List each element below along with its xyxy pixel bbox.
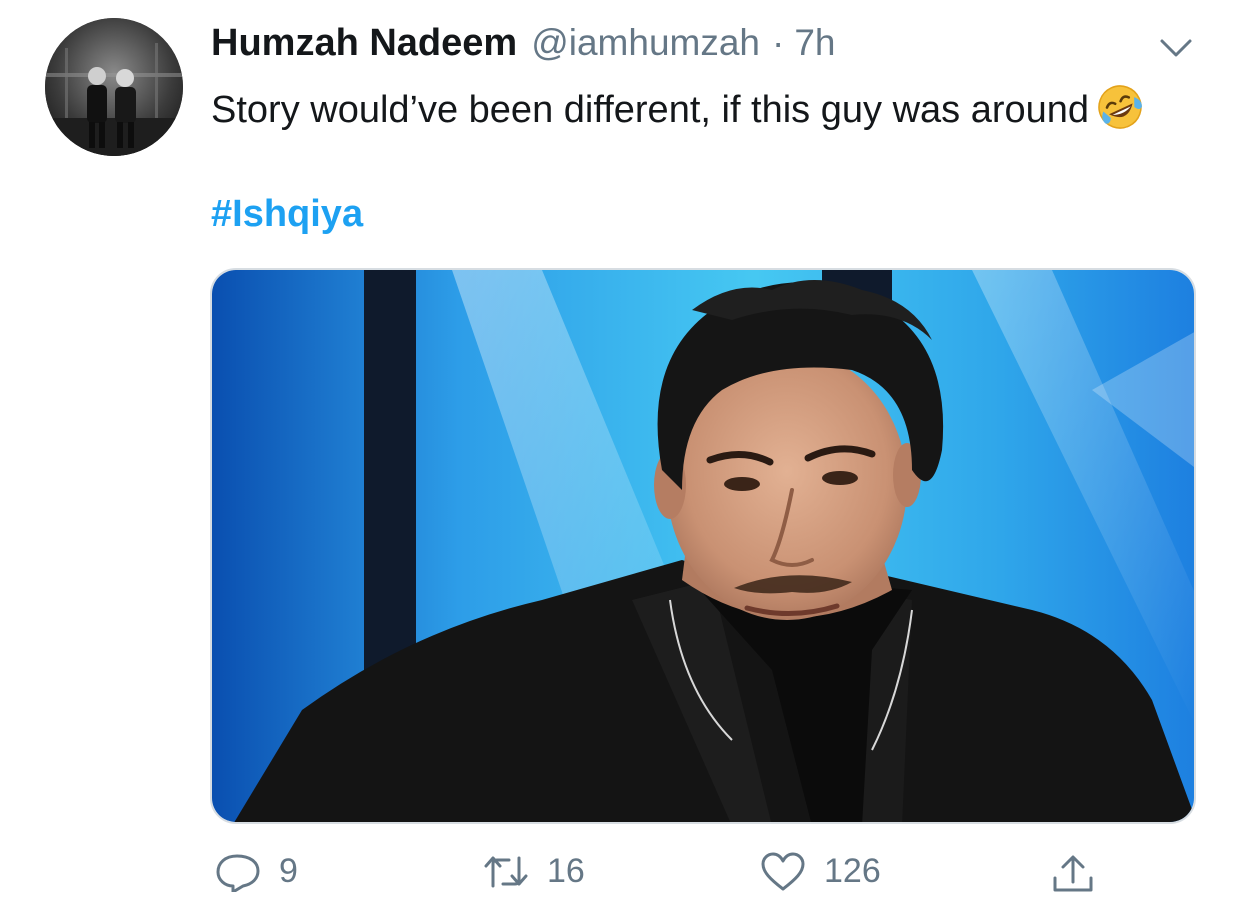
like-count: 126	[824, 852, 881, 890]
reply-count: 9	[279, 852, 298, 890]
tweet-header: Humzah Nadeem @iamhumzah · 7h	[211, 22, 836, 72]
display-name[interactable]: Humzah Nadeem	[211, 22, 517, 65]
separator-dot: ·	[772, 22, 785, 63]
heart-icon	[760, 852, 806, 892]
chevron-down-icon[interactable]	[1158, 36, 1194, 60]
tweet-card[interactable]: Humzah Nadeem @iamhumzah · 7h Story woul…	[0, 0, 1242, 893]
speech-bubble-icon	[215, 852, 261, 893]
like-button[interactable]: 126	[760, 850, 881, 893]
share-arrow-icon	[1050, 852, 1096, 892]
tweet-text-block: Story would’ve been different, if this g…	[211, 82, 1171, 137]
rolling-laughing-emoji-icon	[1095, 82, 1145, 132]
reply-button[interactable]: 9	[215, 850, 298, 893]
hashtag-link[interactable]: #Ishqiya	[211, 188, 363, 241]
user-handle[interactable]: @iamhumzah	[531, 22, 760, 64]
avatar[interactable]	[45, 18, 183, 156]
retweet-button[interactable]: 16	[483, 850, 585, 893]
tweet-media-image[interactable]	[210, 268, 1196, 824]
retweet-count: 16	[547, 852, 585, 890]
tweet-action-bar: 9 16 126	[210, 850, 1110, 893]
retweet-arrows-icon	[483, 852, 529, 892]
timestamp[interactable]: 7h	[794, 22, 835, 64]
tweet-text: Story would’ve been different, if this g…	[211, 89, 1090, 131]
avatar-photo	[45, 18, 183, 156]
share-button[interactable]	[1050, 850, 1096, 893]
media-photo	[212, 270, 1194, 822]
